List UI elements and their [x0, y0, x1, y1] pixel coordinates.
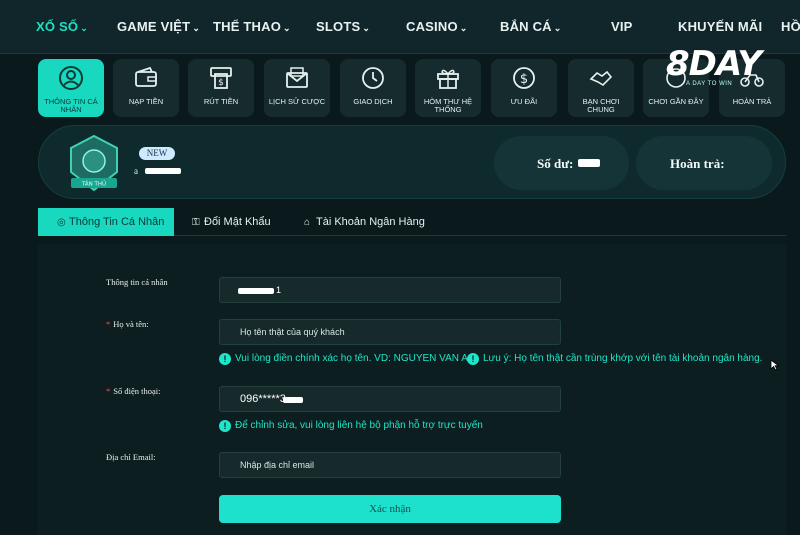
fullname-input[interactable]: Họ tên thật của quý khách	[219, 319, 561, 345]
username-redaction	[145, 168, 181, 174]
svg-text:$: $	[218, 78, 224, 88]
user-circle-icon	[59, 66, 83, 90]
logo-text: 8DAY	[666, 44, 762, 84]
svg-text:$: $	[520, 72, 528, 87]
quick-item-nap-tien[interactable]: NẠP TIỀN	[113, 59, 179, 117]
chevron-down-icon: ⌄	[362, 23, 371, 33]
quick-item-label: HÒM THƯ HỆ THỐNG	[423, 97, 473, 114]
quick-item-label: HOÀN TRẢ	[732, 97, 772, 106]
new-badge: NEW	[139, 147, 175, 160]
rebate-label: Hoàn trả:	[670, 156, 725, 171]
quick-item-label: GIAO DỊCH	[353, 97, 393, 106]
fullname-note: ! Lưu ý: Họ tên thật cần trùng khớp với t…	[467, 353, 762, 365]
nav-item-xo-so[interactable]: XỔ SỐ ⌄	[36, 19, 88, 34]
key-icon: ⚿	[192, 217, 200, 228]
phone-redaction	[283, 397, 303, 403]
clock-history-icon	[362, 67, 384, 89]
quick-item-thong-tin[interactable]: THÔNG TIN CÁ NHÂN	[38, 59, 104, 117]
logo-tagline: A DAY TO WIN	[686, 81, 733, 87]
gift-box-icon	[437, 69, 459, 89]
tab-tai-khoan-ngan-hang[interactable]: ⌂ Tài Khoản Ngân Hàng	[304, 208, 425, 236]
alert-icon: !	[219, 420, 231, 432]
nav-item-the-thao[interactable]: THỂ THAO ⌄	[213, 19, 291, 34]
email-label: Địa chỉ Email:	[106, 452, 156, 462]
quick-item-label: BẠN CHƠI CHUNG	[582, 97, 620, 114]
envelope-icon	[286, 67, 308, 88]
quick-item-label: ƯU ĐÃI	[510, 97, 538, 106]
rank-label: TÂN THỦ	[81, 180, 106, 188]
email-input[interactable]: Nhập địa chỉ email	[219, 452, 561, 478]
nav-item-ban-ca[interactable]: BẮN CÁ ⌄	[500, 19, 562, 34]
fullname-hint: ! Vui lòng điền chính xác họ tên. VD: NGU…	[219, 353, 468, 365]
rank-shield-icon: TÂN THỦ	[70, 134, 118, 192]
chevron-down-icon: ⌄	[192, 23, 201, 33]
chevron-down-icon: ⌄	[80, 23, 88, 33]
quick-item-label: CHƠI GẦN ĐÂY	[648, 97, 704, 106]
alert-icon: !	[467, 353, 479, 365]
user-circle-icon: ◎	[57, 217, 66, 228]
alert-icon: !	[219, 353, 231, 365]
balance-redaction	[578, 159, 600, 167]
quick-item-label: NẠP TIỀN	[128, 97, 164, 106]
chevron-down-icon: ⌄	[459, 23, 468, 33]
nav-item-casino[interactable]: CASINO ⌄	[406, 19, 468, 34]
tab-doi-mat-khau[interactable]: ⚿ Đổi Mật Khẩu	[192, 208, 271, 236]
profile-banner: TÂN THỦ NEW a Số dư: Hoàn trả:	[38, 125, 786, 199]
quick-item-uu-dai[interactable]: $ ƯU ĐÃI	[491, 59, 557, 117]
quick-item-rut-tien[interactable]: $ RÚT TIỀN	[188, 59, 254, 117]
quick-item-label: LỊCH SỬ CƯỢC	[268, 97, 326, 106]
dollar-coin-icon: $	[513, 67, 535, 89]
tab-thong-tin-ca-nhan[interactable]: ◎ Thông Tin Cá Nhân	[38, 208, 174, 236]
section-label: Thông tin cá nhân	[106, 277, 168, 287]
atm-withdraw-icon: $	[210, 67, 232, 89]
nav-item-khuyen-mai[interactable]: KHUYẾN MÃI	[678, 19, 762, 34]
username-field-redaction	[238, 288, 274, 294]
profile-tabs: ◎ Thông Tin Cá Nhân ⚿ Đổi Mật Khẩu ⌂ Tài Kh…	[38, 208, 786, 236]
fullname-label: * Họ và tên:	[106, 319, 149, 329]
balance-label: Số dư:	[537, 156, 574, 171]
mouse-cursor-icon	[770, 359, 780, 371]
nav-item-game-viet[interactable]: GAME VIỆT ⌄	[117, 19, 200, 34]
personal-info-form: Thông tin cá nhân 1 * Họ và tên: Họ tên t…	[38, 244, 786, 535]
username: a	[134, 166, 138, 176]
nav-item-more[interactable]: HỒ	[781, 19, 800, 34]
quick-item-giao-dich[interactable]: GIAO DỊCH	[340, 59, 406, 117]
quick-item-ban-choi-chung[interactable]: BẠN CHƠI CHUNG	[568, 59, 634, 117]
confirm-button[interactable]: Xác nhận	[219, 495, 561, 523]
handshake-icon	[589, 70, 613, 87]
balance-pill: Số dư:	[494, 136, 629, 190]
nav-item-slots[interactable]: SLOTS ⌄	[316, 19, 370, 34]
wallet-icon	[135, 66, 157, 87]
nav-item-vip[interactable]: VIP	[611, 19, 633, 34]
quick-item-hom-thu[interactable]: HÒM THƯ HỆ THỐNG	[415, 59, 481, 117]
chevron-down-icon: ⌄	[283, 23, 291, 33]
quick-item-label: RÚT TIỀN	[203, 97, 239, 106]
quick-item-label: THÔNG TIN CÁ NHÂN	[44, 97, 98, 114]
brand-logo: 8DAY A DAY TO WIN	[662, 44, 772, 92]
phone-label: * Số điện thoại:	[106, 386, 161, 396]
quick-item-lich-su-cuoc[interactable]: LỊCH SỬ CƯỢC	[264, 59, 330, 117]
phone-hint: ! Để chỉnh sửa, vui lòng liên hệ bộ phận …	[219, 420, 483, 432]
phone-field: 096*****3	[219, 386, 561, 412]
chevron-down-icon: ⌄	[553, 23, 562, 33]
rebate-pill: Hoàn trả:	[636, 136, 772, 190]
bank-icon: ⌂	[304, 217, 311, 228]
